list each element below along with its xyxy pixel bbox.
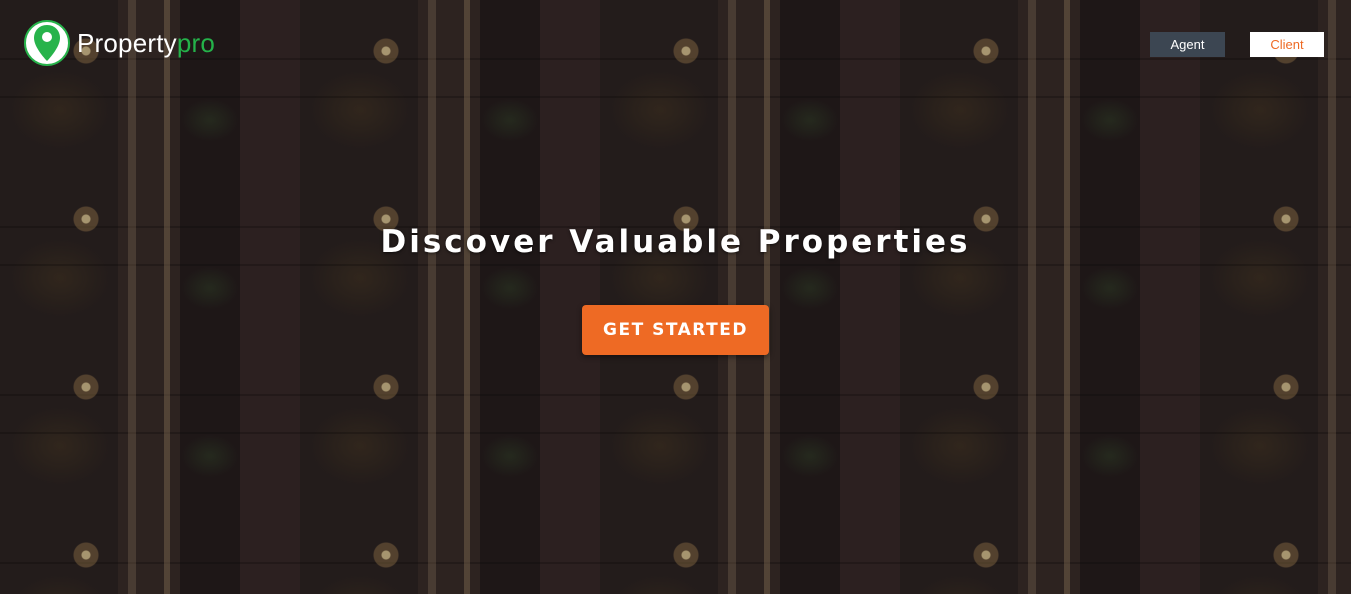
map-pin-icon (24, 20, 70, 66)
navbar: Propertypro Agent Client (0, 0, 1351, 90)
brand-logo-link[interactable]: Propertypro (24, 20, 215, 66)
brand-name-accent: pro (176, 27, 216, 58)
hero-section: Discover Valuable Properties GET STARTED (0, 224, 1351, 355)
client-button[interactable]: Client (1250, 32, 1324, 57)
agent-button[interactable]: Agent (1150, 32, 1225, 57)
brand-name-main: Property (77, 27, 177, 58)
landing-page: Propertypro Agent Client Discover Valuab… (0, 0, 1351, 594)
hero-title: Discover Valuable Properties (380, 224, 971, 260)
brand-name: Propertypro (77, 28, 215, 59)
get-started-button[interactable]: GET STARTED (582, 305, 769, 355)
nav-buttons: Agent Client (1150, 32, 1324, 57)
